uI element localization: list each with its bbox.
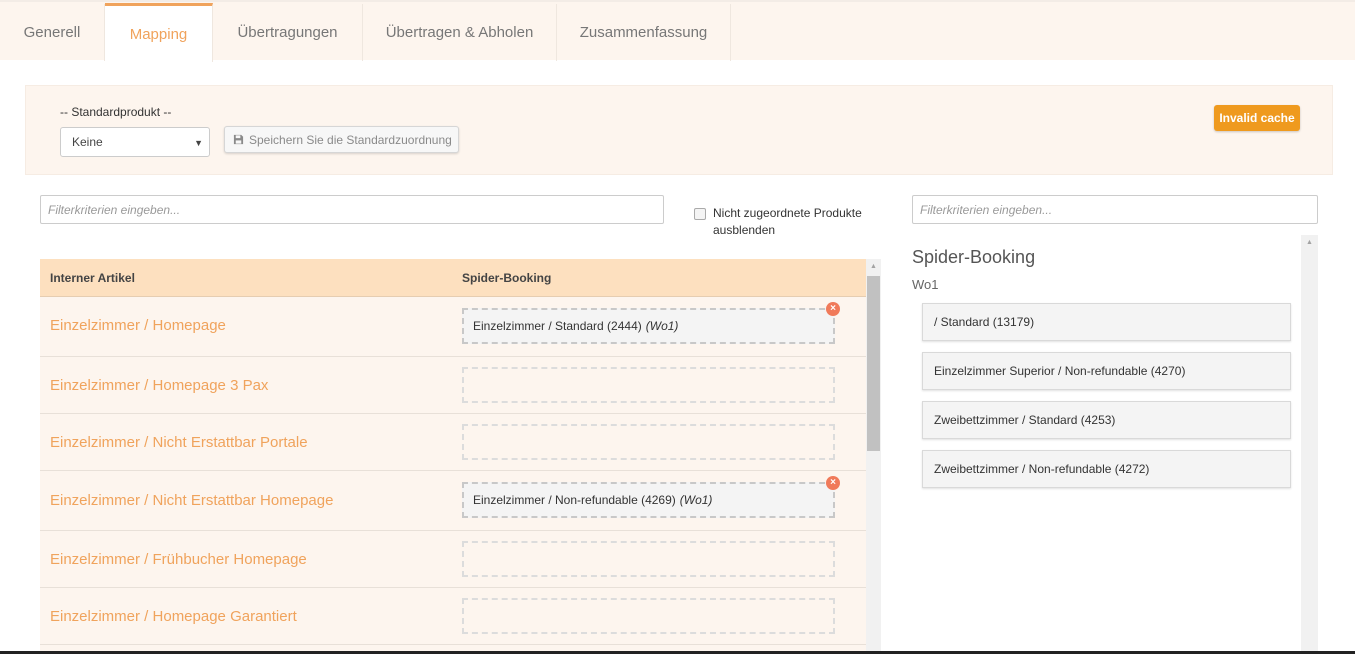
internal-article-name: Einzelzimmer / Homepage 3 Pax: [50, 377, 269, 394]
scroll-up-icon[interactable]: ▲: [866, 263, 881, 270]
table-row: Einzelzimmer / Nicht Erstattbar Portale: [40, 414, 866, 471]
mapping-table: Interner Artikel Spider-Booking Einzelzi…: [40, 259, 866, 654]
right-panel-scrollbar[interactable]: ▲: [1301, 235, 1318, 654]
mapped-product: Einzelzimmer / Standard (2444): [473, 319, 642, 333]
right-panel-title: Spider-Booking: [912, 247, 1036, 267]
mapped-product: Einzelzimmer / Non-refundable (4269): [473, 493, 676, 507]
internal-article-name: Einzelzimmer / Nicht Erstattbar Homepage: [50, 492, 334, 509]
available-product-item[interactable]: Einzelzimmer Superior / Non-refundable (…: [922, 352, 1291, 390]
internal-article-name: Einzelzimmer / Homepage Garantiert: [50, 608, 297, 625]
tab-zusammenfassung[interactable]: Zusammenfassung: [557, 4, 731, 61]
hide-unmapped-checkbox[interactable]: [694, 208, 706, 220]
remove-icon[interactable]: ×: [826, 476, 840, 490]
tab-uebertragungen[interactable]: Übertragungen: [213, 4, 363, 61]
table-row: Einzelzimmer / Homepage Einzelzimmer / S…: [40, 297, 866, 357]
available-product-item[interactable]: / Standard (13179): [922, 303, 1291, 341]
default-product-selected: Keine: [72, 135, 103, 149]
mapping-dropzone[interactable]: [462, 367, 835, 403]
hide-unmapped-label: Nicht zugeordnete Produkte ausblenden: [713, 206, 862, 237]
right-panel-group: Wo1: [912, 277, 939, 292]
column-header-internal: Interner Artikel: [50, 271, 135, 285]
column-header-spider: Spider-Booking: [462, 271, 552, 285]
mapping-dropzone[interactable]: [462, 541, 835, 577]
internal-article-name: Einzelzimmer / Frühbucher Homepage: [50, 551, 307, 568]
table-row: Einzelzimmer / Nicht Erstattbar Homepage…: [40, 471, 866, 531]
table-scrollbar[interactable]: ▲: [866, 259, 881, 654]
default-product-label: -- Standardprodukt --: [60, 105, 172, 119]
tab-generell[interactable]: Generell: [0, 4, 105, 61]
tab-bar: Generell Mapping Übertragungen Übertrage…: [0, 0, 1355, 62]
hide-unmapped-toggle[interactable]: Nicht zugeordnete Produkte ausblenden: [694, 205, 874, 239]
floppy-disk-icon: [233, 134, 244, 145]
table-header: Interner Artikel Spider-Booking: [40, 259, 866, 297]
table-row: Einzelzimmer / Homepage 3 Pax: [40, 357, 866, 414]
mapping-dropzone[interactable]: [462, 598, 835, 634]
tab-mapping[interactable]: Mapping: [105, 3, 213, 62]
filter-input-left[interactable]: Filterkriterien eingeben...: [40, 195, 664, 224]
table-row: Einzelzimmer / Homepage Garantiert: [40, 588, 866, 645]
scroll-up-icon[interactable]: ▲: [1302, 239, 1317, 246]
remove-icon[interactable]: ×: [826, 302, 840, 316]
table-row: Einzelzimmer / Frühbucher Homepage: [40, 531, 866, 588]
save-default-mapping-label: Speichern Sie die Standardzuordnung: [249, 132, 452, 147]
mapped-product-tag: (Wo1): [645, 319, 679, 333]
mapping-dropzone[interactable]: Einzelzimmer / Standard (2444) (Wo1): [462, 308, 835, 344]
mapping-dropzone[interactable]: Einzelzimmer / Non-refundable (4269) (Wo1…: [462, 482, 835, 518]
default-product-panel: -- Standardprodukt -- Keine ▼ Speichern …: [25, 85, 1333, 175]
tab-uebertragen-abholen[interactable]: Übertragen & Abholen: [363, 4, 557, 61]
default-product-select[interactable]: Keine ▼: [60, 127, 210, 157]
internal-article-name: Einzelzimmer / Nicht Erstattbar Portale: [50, 434, 308, 451]
mapping-dropzone[interactable]: [462, 424, 835, 460]
invalid-cache-button[interactable]: Invalid cache: [1214, 105, 1300, 131]
table-scrollbar-thumb[interactable]: [867, 276, 880, 451]
mapped-product-tag: (Wo1): [679, 493, 713, 507]
filter-input-right[interactable]: Filterkriterien eingeben...: [912, 195, 1318, 224]
internal-article-name: Einzelzimmer / Homepage: [50, 317, 226, 334]
available-product-item[interactable]: Zweibettzimmer / Non-refundable (4272): [922, 450, 1291, 488]
caret-down-icon: ▼: [194, 138, 203, 148]
available-product-item[interactable]: Zweibettzimmer / Standard (4253): [922, 401, 1291, 439]
save-default-mapping-button[interactable]: Speichern Sie die Standardzuordnung: [224, 126, 459, 153]
